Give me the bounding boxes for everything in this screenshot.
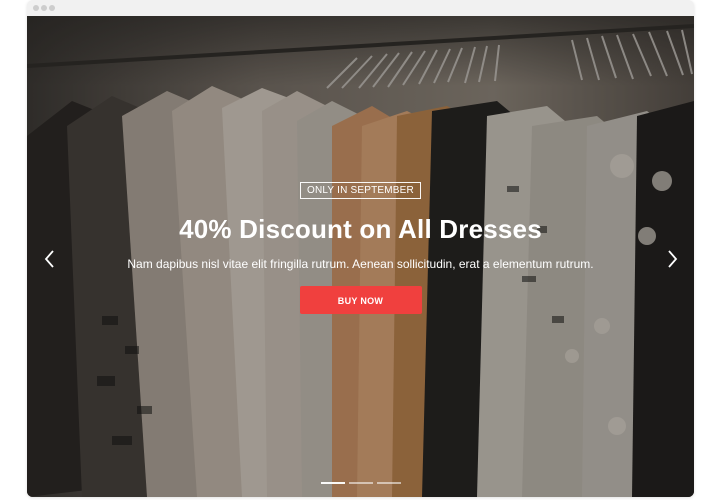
slide-description: Nam dapibus nisl vitae elit fringilla ru… [127, 257, 594, 271]
slide-content: ONLY IN SEPTEMBER 40% Discount on All Dr… [27, 180, 694, 314]
chevron-right-icon [668, 250, 678, 268]
next-slide-button[interactable] [663, 248, 681, 270]
window-control-dot[interactable] [49, 5, 55, 11]
slide-indicator-3[interactable] [377, 482, 401, 484]
slide-headline: 40% Discount on All Dresses [179, 214, 542, 244]
window-titlebar [27, 0, 694, 16]
browser-window: ONLY IN SEPTEMBER 40% Discount on All Dr… [27, 0, 694, 497]
hero-slider: ONLY IN SEPTEMBER 40% Discount on All Dr… [27, 16, 694, 497]
buy-now-button[interactable]: BUY NOW [299, 286, 422, 314]
window-control-dot[interactable] [41, 5, 47, 11]
promo-badge: ONLY IN SEPTEMBER [300, 182, 421, 199]
chevron-left-icon [44, 250, 54, 268]
slide-indicator-1[interactable] [321, 482, 345, 484]
slide-indicator-2[interactable] [349, 482, 373, 484]
previous-slide-button[interactable] [41, 248, 59, 270]
window-control-dot[interactable] [33, 5, 39, 11]
